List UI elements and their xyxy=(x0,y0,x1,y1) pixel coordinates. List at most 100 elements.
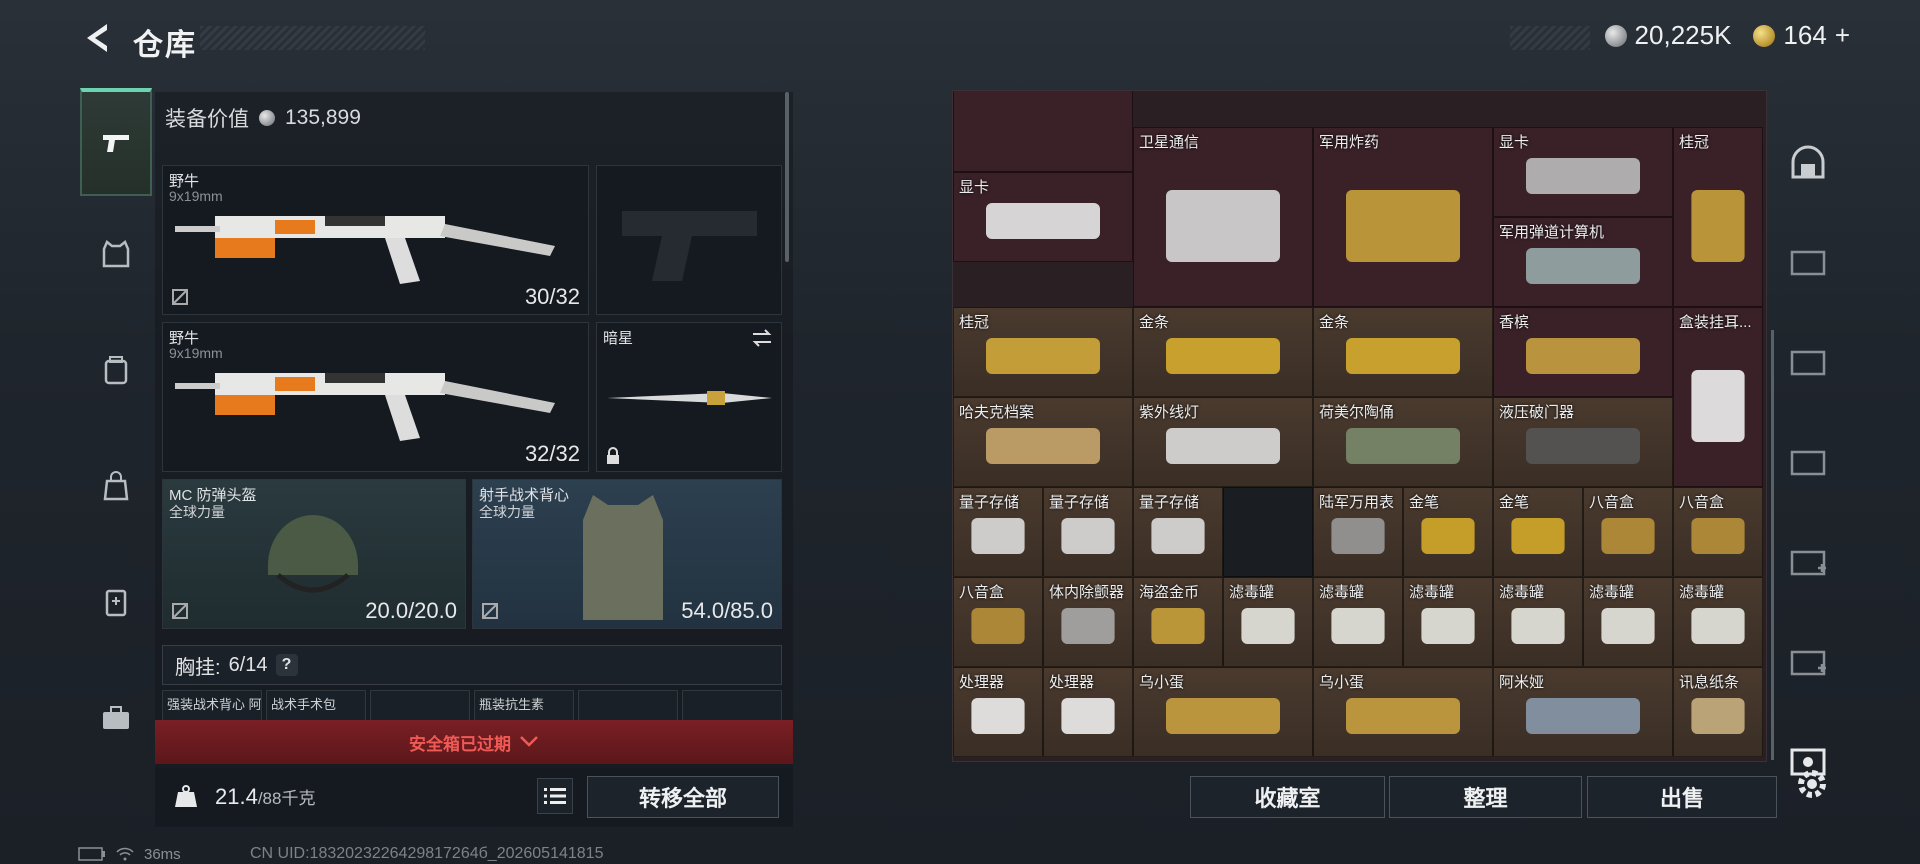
help-button[interactable]: ? xyxy=(275,654,298,676)
item-image xyxy=(1511,518,1565,555)
stash-item[interactable]: 滤毒罐 xyxy=(1313,577,1403,667)
nav-weapons[interactable] xyxy=(80,88,152,196)
sell-button[interactable]: 出售 xyxy=(1587,776,1777,818)
stash-item[interactable]: 军用炸药 xyxy=(1313,127,1493,307)
stash-item[interactable]: 滤毒罐 xyxy=(1673,577,1763,667)
stash-item[interactable]: 八音盒 xyxy=(953,577,1043,667)
item-image xyxy=(1346,189,1460,262)
chest-slot-5[interactable] xyxy=(578,690,678,724)
bag-icon xyxy=(103,471,129,501)
gear-icon[interactable] xyxy=(1792,764,1832,804)
stash-item[interactable]: 陆军万用表 xyxy=(1313,487,1403,577)
stash-item[interactable]: 紫外线灯 xyxy=(1133,397,1313,487)
nav-armor[interactable] xyxy=(80,196,152,312)
stash-item[interactable]: 金笔 xyxy=(1403,487,1493,577)
durability-icon xyxy=(171,288,189,306)
stash-item[interactable]: 乌小蛋 xyxy=(1133,667,1313,757)
safebox-expired-banner[interactable]: 安全箱已过期 xyxy=(155,720,793,764)
swap-icon[interactable] xyxy=(751,329,773,347)
stash-item[interactable]: 盒装挂耳... xyxy=(1673,307,1763,487)
nav-bag[interactable] xyxy=(80,428,152,544)
nav-medical[interactable] xyxy=(80,544,152,660)
weight-display: 21.4/88千克 xyxy=(215,784,315,810)
left-scrollbar[interactable] xyxy=(785,92,789,262)
add-gold-button[interactable]: + xyxy=(1835,20,1850,51)
ammo-count: 32/32 xyxy=(524,441,580,466)
item-image xyxy=(1421,608,1475,645)
safebox-label: 安全箱已过期 xyxy=(409,734,511,754)
stash-item[interactable]: 滤毒罐 xyxy=(1223,577,1313,667)
pistol-slot[interactable] xyxy=(596,165,782,315)
item-image xyxy=(1346,338,1460,375)
armor-slot[interactable]: 射手战术背心 全球力量 54.0/85.0 xyxy=(472,479,782,629)
left-category-nav xyxy=(80,88,152,803)
stash-item[interactable]: 量子存储 xyxy=(1043,487,1133,577)
stash-item[interactable]: 滤毒罐 xyxy=(1583,577,1673,667)
item-image xyxy=(986,338,1100,375)
chest-slot-3[interactable] xyxy=(370,690,470,724)
stash-tab-main[interactable] xyxy=(1778,112,1838,212)
melee-slot[interactable]: 暗星 xyxy=(596,322,782,472)
stash-item[interactable]: 金条 xyxy=(1133,307,1313,397)
stash-item[interactable]: 乌小蛋 xyxy=(1313,667,1493,757)
stash-item[interactable]: 金笔 xyxy=(1493,487,1583,577)
stash-item[interactable]: 荷美尔陶俑 xyxy=(1313,397,1493,487)
stash-item[interactable]: 量子存储 xyxy=(953,487,1043,577)
stash-item[interactable]: 处理器 xyxy=(1043,667,1133,757)
stash-item[interactable]: 滤毒罐 xyxy=(1493,577,1583,667)
chest-slot-1[interactable]: 强装战术背心 阿莉 xyxy=(162,690,262,724)
stash-tab-iv-2[interactable] xyxy=(1778,412,1838,512)
chest-slot-6[interactable] xyxy=(682,690,782,724)
transfer-all-button[interactable]: 转移全部 xyxy=(587,776,779,818)
stash-item[interactable]: 香槟 xyxy=(1493,307,1673,397)
item-image xyxy=(1421,518,1475,555)
stash-scrollbar[interactable] xyxy=(1771,330,1774,760)
stash-item[interactable]: 阿米娅 xyxy=(1493,667,1673,757)
nav-backpack[interactable] xyxy=(80,312,152,428)
stash-item[interactable]: 量子存储 xyxy=(1133,487,1223,577)
stash-item[interactable]: 滤毒罐 xyxy=(1403,577,1493,667)
back-button[interactable] xyxy=(78,18,114,58)
stash-tab-add-1[interactable] xyxy=(1778,512,1838,612)
stash-item[interactable]: 八音盒 xyxy=(1583,487,1673,577)
item-image xyxy=(1346,698,1460,735)
stash-item[interactable]: 哈夫克档案 xyxy=(953,397,1133,487)
gold-currency[interactable]: 164 + xyxy=(1753,20,1850,51)
silver-amount: 20,225K xyxy=(1634,20,1732,50)
add-container-icon xyxy=(1790,550,1826,576)
item-image xyxy=(986,203,1100,240)
stash-item[interactable]: 显卡 xyxy=(953,172,1133,262)
equipment-panel: 装备价值 135,899 野牛 9x19mm 30/32 野牛 9x19mm 3… xyxy=(155,92,793,827)
stash-item[interactable]: 海盗金币 xyxy=(1133,577,1223,667)
armor-image xyxy=(583,495,663,620)
stash-item[interactable]: 军用弹道计算机 xyxy=(1493,217,1673,307)
item-image xyxy=(1331,518,1385,555)
stash-item[interactable]: 金条 xyxy=(1313,307,1493,397)
stash-item[interactable]: 卫星通信 xyxy=(1133,127,1313,307)
item-image xyxy=(1691,369,1745,442)
stash-tab-iv-1[interactable] xyxy=(1778,312,1838,412)
stash-item[interactable]: 显卡 xyxy=(1493,127,1673,217)
durability-icon xyxy=(171,602,189,620)
chest-slot-4[interactable]: 瓶装抗生素 xyxy=(474,690,574,724)
item-image xyxy=(1511,608,1565,645)
stash-item[interactable]: 桂冠 xyxy=(953,307,1133,397)
stash-tab-g[interactable] xyxy=(1778,212,1838,312)
chest-slot-2[interactable]: 战术手术包 xyxy=(266,690,366,724)
stash-item[interactable]: 处理器 xyxy=(953,667,1043,757)
helmet-slot[interactable]: MC 防弹头盔 全球力量 20.0/20.0 xyxy=(162,479,466,629)
stash-item[interactable]: 讯息纸条 xyxy=(1673,667,1763,757)
sort-button[interactable]: 整理 xyxy=(1389,776,1582,818)
primary-weapon-slot-1[interactable]: 野牛 9x19mm 30/32 xyxy=(162,165,589,315)
stash-item[interactable]: 桂冠 xyxy=(1673,127,1763,307)
stash-tab-add-2[interactable] xyxy=(1778,612,1838,712)
list-view-button[interactable] xyxy=(537,778,573,814)
primary-weapon-slot-2[interactable]: 野牛 9x19mm 32/32 xyxy=(162,322,589,472)
collection-room-button[interactable]: 收藏室 xyxy=(1190,776,1385,818)
stash-item[interactable]: 体内除颤器 xyxy=(1043,577,1133,667)
item-image xyxy=(1526,158,1640,195)
nav-toolbox[interactable] xyxy=(80,660,152,776)
item-image xyxy=(1331,608,1385,645)
stash-item[interactable]: 液压破门器 xyxy=(1493,397,1673,487)
stash-item[interactable]: 八音盒 xyxy=(1673,487,1763,577)
